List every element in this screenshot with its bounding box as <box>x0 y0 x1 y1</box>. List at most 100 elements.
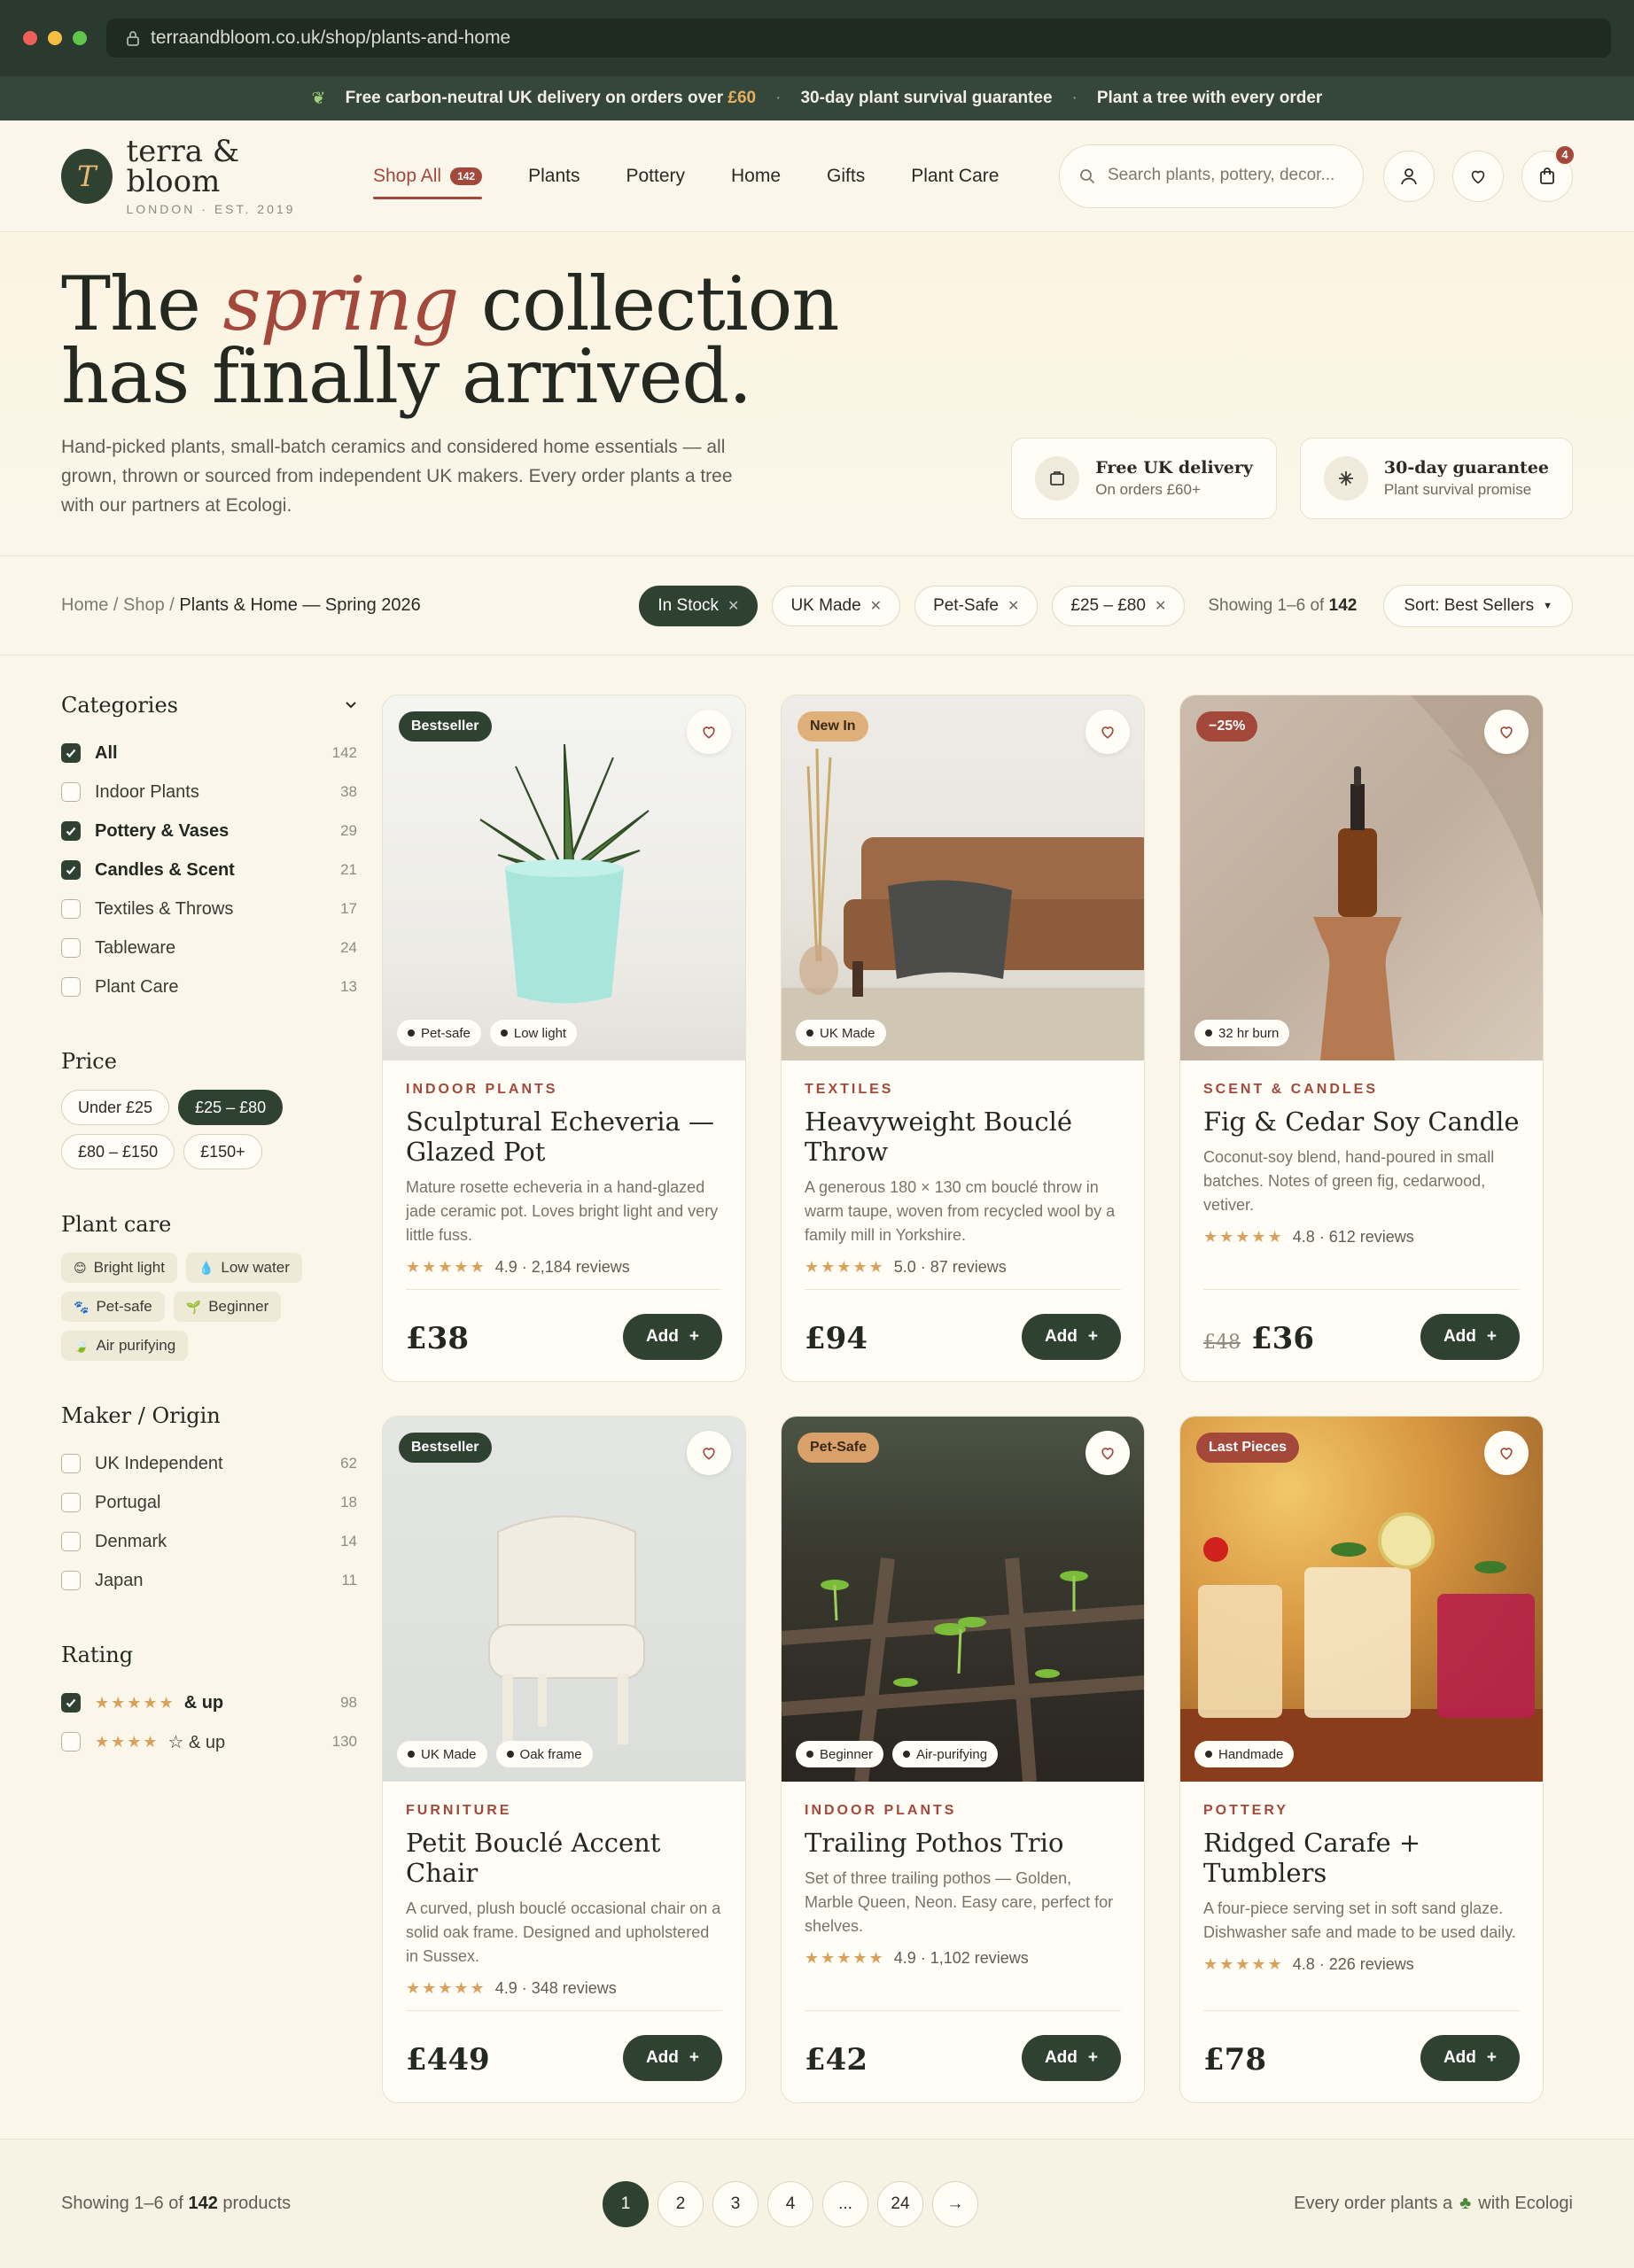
product-card[interactable]: −25% 32 hr burn SCENT & CANDLES Fig & Ce… <box>1179 695 1544 1382</box>
maker-denmark[interactable]: Denmark 14 <box>61 1522 357 1561</box>
add-to-cart-button[interactable]: Add + <box>1420 1314 1520 1360</box>
care-tag-pet-safe[interactable]: 🐾 Pet-safe <box>61 1292 165 1322</box>
product-card[interactable]: Pet-Safe Beginner Air-purifying INDOOR PL… <box>781 1416 1145 2103</box>
product-image[interactable]: Bestseller Pet-safe Low light <box>383 695 745 1060</box>
care-tag-bright-light[interactable]: 😊 Bright light <box>61 1253 177 1283</box>
checkbox[interactable] <box>61 1532 81 1551</box>
product-card[interactable]: Bestseller UK Made Oak frame FURNITURE Pe… <box>382 1416 746 2103</box>
filter-chip-uk-made[interactable]: UK Made ✕ <box>772 585 901 626</box>
category-indoor-plants[interactable]: Indoor Plants 38 <box>61 773 357 812</box>
close-window-button[interactable] <box>23 31 37 45</box>
checkbox[interactable] <box>61 1693 81 1713</box>
checkbox[interactable] <box>61 899 81 919</box>
close-icon[interactable]: ✕ <box>870 597 882 615</box>
checkbox[interactable] <box>61 782 81 802</box>
nav-home[interactable]: Home <box>731 159 781 194</box>
product-card[interactable]: Last Pieces Handmade POTTERY Ridged Cara… <box>1179 1416 1544 2103</box>
product-image[interactable]: Last Pieces Handmade <box>1180 1417 1543 1782</box>
wishlist-button[interactable] <box>1452 150 1504 202</box>
nav-plant-care[interactable]: Plant Care <box>911 159 999 194</box>
logo[interactable]: T terra & bloom LONDON · EST. 2019 <box>61 136 327 216</box>
close-icon[interactable]: ✕ <box>1008 597 1019 615</box>
product-image[interactable]: Pet-Safe Beginner Air-purifying <box>782 1417 1144 1782</box>
page-button[interactable]: 1 <box>603 2180 649 2227</box>
favorite-button[interactable] <box>1484 1431 1529 1475</box>
favorite-button[interactable] <box>1085 1431 1130 1475</box>
page-button[interactable]: 24 <box>877 2180 923 2227</box>
product-name[interactable]: Heavyweight Bouclé Throw <box>805 1107 1121 1167</box>
add-to-cart-button[interactable]: Add + <box>1420 2035 1520 2081</box>
page-button[interactable]: ... <box>822 2180 868 2227</box>
maker-portugal[interactable]: Portugal 18 <box>61 1483 357 1522</box>
categories-heading[interactable]: Categories <box>61 693 357 718</box>
favorite-button[interactable] <box>1085 710 1130 754</box>
category-textiles-throws[interactable]: Textiles & Throws 17 <box>61 889 357 928</box>
nav-plants[interactable]: Plants <box>528 159 580 194</box>
nav-gifts[interactable]: Gifts <box>827 159 865 194</box>
next-page-button[interactable]: → <box>932 2180 978 2227</box>
checkbox[interactable] <box>61 938 81 958</box>
price-option[interactable]: £80 – £150 <box>61 1134 175 1169</box>
add-to-cart-button[interactable]: Add + <box>622 1314 722 1360</box>
filter-chip-in-stock[interactable]: In Stock ✕ <box>639 585 759 626</box>
rating-option[interactable]: ★★★★★ & up 98 <box>61 1683 357 1722</box>
breadcrumb-shop[interactable]: Shop <box>123 595 165 615</box>
page-button[interactable]: 4 <box>767 2180 813 2227</box>
nav-shop-all[interactable]: Shop All 142 <box>373 159 483 199</box>
breadcrumb-home[interactable]: Home <box>61 595 108 615</box>
page-button[interactable]: 2 <box>657 2180 704 2227</box>
maker-uk-independent[interactable]: UK Independent 62 <box>61 1444 357 1483</box>
category-pottery-vases[interactable]: Pottery & Vases 29 <box>61 812 357 850</box>
checkbox[interactable] <box>61 821 81 841</box>
favorite-button[interactable] <box>687 1431 731 1475</box>
minimize-window-button[interactable] <box>48 31 62 45</box>
checkbox[interactable] <box>61 860 81 880</box>
product-card[interactable]: Bestseller Pet-safe Low light INDOOR PLAN… <box>382 695 746 1382</box>
page-button[interactable]: 3 <box>712 2180 759 2227</box>
close-icon[interactable]: ✕ <box>728 597 739 615</box>
price-option[interactable]: £25 – £80 <box>178 1090 284 1125</box>
maker-japan[interactable]: Japan 11 <box>61 1561 357 1600</box>
checkbox[interactable] <box>61 1454 81 1473</box>
category-plant-care[interactable]: Plant Care 13 <box>61 967 357 1006</box>
price-option[interactable]: Under £25 <box>61 1090 170 1125</box>
product-card[interactable]: New In UK Made TEXTILES Heavyweight Bouc… <box>781 695 1145 1382</box>
cart-button[interactable]: 4 <box>1521 144 1576 202</box>
category-tableware[interactable]: Tableware 24 <box>61 928 357 967</box>
add-to-cart-button[interactable]: Add + <box>1021 1314 1121 1360</box>
filter-chip-price[interactable]: £25 – £80 ✕ <box>1052 585 1186 626</box>
sort-dropdown[interactable]: Sort: Best Sellers ▼ <box>1383 584 1573 627</box>
product-name[interactable]: Sculptural Echeveria — Glazed Pot <box>406 1107 722 1167</box>
rating-option[interactable]: ★★★★ ☆ & up 130 <box>61 1722 357 1761</box>
product-name[interactable]: Fig & Cedar Soy Candle <box>1203 1107 1520 1137</box>
brand-tagline: LONDON · EST. 2019 <box>126 201 296 216</box>
checkbox[interactable] <box>61 743 81 763</box>
maximize-window-button[interactable] <box>73 31 87 45</box>
checkbox[interactable] <box>61 977 81 997</box>
close-icon[interactable]: ✕ <box>1155 597 1166 615</box>
product-name[interactable]: Trailing Pothos Trio <box>805 1828 1121 1858</box>
account-button[interactable] <box>1383 150 1435 202</box>
product-name[interactable]: Ridged Carafe + Tumblers <box>1203 1828 1520 1888</box>
favorite-button[interactable] <box>687 710 731 754</box>
checkbox[interactable] <box>61 1732 81 1751</box>
care-tag-low-water[interactable]: 💧 Low water <box>185 1253 302 1283</box>
care-tag-beginner[interactable]: 🌱 Beginner <box>173 1292 282 1322</box>
product-image[interactable]: −25% 32 hr burn <box>1180 695 1543 1060</box>
add-to-cart-button[interactable]: Add + <box>1021 2035 1121 2081</box>
checkbox[interactable] <box>61 1571 81 1590</box>
care-tag-air-purifying[interactable]: 🍃 Air purifying <box>61 1331 189 1361</box>
product-image[interactable]: Bestseller UK Made Oak frame <box>383 1417 745 1782</box>
add-to-cart-button[interactable]: Add + <box>622 2035 722 2081</box>
checkbox[interactable] <box>61 1493 81 1512</box>
category-all[interactable]: All 142 <box>61 734 357 773</box>
favorite-button[interactable] <box>1484 710 1529 754</box>
nav-pottery[interactable]: Pottery <box>626 159 685 194</box>
category-candles-scent[interactable]: Candles & Scent 21 <box>61 850 357 889</box>
address-bar[interactable]: terraandbloom.co.uk/shop/plants-and-home <box>106 19 1611 58</box>
search-input[interactable]: Search plants, pottery, decor... <box>1059 144 1364 208</box>
product-name[interactable]: Petit Bouclé Accent Chair <box>406 1828 722 1888</box>
filter-chip-pet-safe[interactable]: Pet-Safe ✕ <box>914 585 1039 626</box>
product-image[interactable]: New In UK Made <box>782 695 1144 1060</box>
price-option[interactable]: £150+ <box>183 1134 262 1169</box>
